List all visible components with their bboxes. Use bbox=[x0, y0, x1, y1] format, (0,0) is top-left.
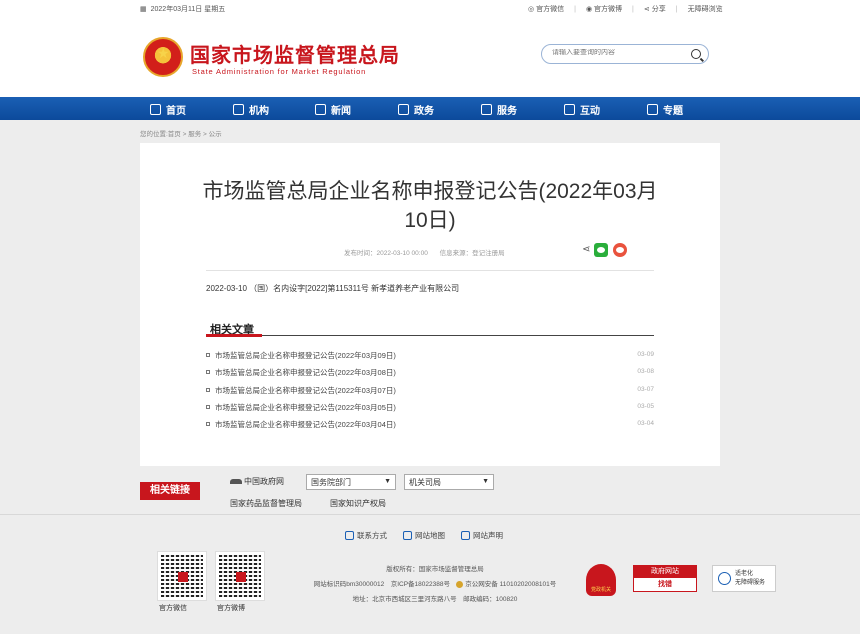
nav-institutions[interactable]: 机构 bbox=[233, 102, 269, 117]
home-icon bbox=[150, 104, 161, 115]
weibo-qr-code bbox=[215, 551, 265, 601]
official-weibo-link[interactable]: ◉ 官方微博 bbox=[586, 4, 622, 14]
share-link[interactable]: ⋖ 分享 bbox=[644, 4, 666, 14]
article-title: 市场监管总局企业名称申报登记公告(2022年03月10日) bbox=[202, 180, 658, 232]
divider: | bbox=[675, 5, 678, 13]
date-display: ▦ 2022年03月11日 星期五 bbox=[140, 4, 225, 14]
contact-link[interactable]: 联系方式 bbox=[345, 530, 387, 541]
news-icon bbox=[315, 104, 326, 115]
calendar-icon: ▦ bbox=[140, 6, 147, 13]
chevron-down-icon: ▼ bbox=[384, 478, 391, 485]
heart-icon bbox=[481, 104, 492, 115]
accessibility-badge[interactable]: 适老化 无障碍服务 bbox=[712, 565, 776, 592]
wechat-qr-code bbox=[157, 551, 207, 601]
affairs-icon bbox=[398, 104, 409, 115]
national-emblem-icon bbox=[143, 37, 183, 77]
share-icon[interactable]: ⋖ bbox=[582, 244, 592, 258]
site-header: 国家市场监督管理总局 State Administration for Mark… bbox=[0, 17, 860, 97]
qr-caption: 官方微博 bbox=[217, 605, 245, 612]
footer-info: 版权所有：国家市场监督管理总局 网站标识码bm30000012 京ICP备180… bbox=[290, 562, 580, 607]
bureau-select[interactable]: 机关司局 ▼ bbox=[404, 474, 494, 490]
weibo-icon: ◉ bbox=[585, 6, 593, 13]
divider bbox=[206, 270, 654, 271]
topics-icon bbox=[647, 104, 658, 115]
wechat-icon: ◎ bbox=[528, 6, 535, 13]
bullet-icon bbox=[206, 353, 210, 357]
breadcrumb[interactable]: 您的位置:首页 > 服务 > 公示 bbox=[140, 128, 222, 138]
report-error-badge[interactable]: 政府网站 找错 bbox=[633, 565, 697, 592]
related-list: 市场监管总局企业名称申报登记公告(2022年03月09日) 03-09 市场监管总… bbox=[206, 350, 654, 436]
phone-icon bbox=[345, 531, 354, 540]
state-council-select[interactable]: 国务院部门 ▼ bbox=[306, 474, 396, 490]
divider bbox=[206, 335, 654, 336]
main-nav: 首页 机构 新闻 政务 服务 互动 专题 bbox=[0, 97, 860, 120]
bullet-icon bbox=[206, 387, 210, 392]
exchange-icon bbox=[564, 104, 575, 115]
top-links: ◎ 官方微信 | ◉ 官方微博 | ⋖ 分享 | 无障碍浏览 bbox=[528, 4, 723, 14]
heading-underline bbox=[206, 334, 262, 337]
org-icon bbox=[233, 104, 244, 115]
article-content: 2022-03-10 （国）名内设字[2022]第115311号 新孝道养老产业… bbox=[206, 284, 460, 293]
wheelchair-icon bbox=[718, 572, 731, 585]
list-item[interactable]: 市场监管总局企业名称申报登记公告(2022年03月05日) 03-05 bbox=[206, 402, 654, 419]
related-links-label: 相关链接 bbox=[140, 482, 200, 500]
wechat-share-icon[interactable] bbox=[594, 243, 608, 257]
top-bar: ▦ 2022年03月11日 星期五 ◎ 官方微信 | ◉ 官方微博 | ⋖ 分享 | … bbox=[0, 0, 860, 17]
bullet-icon bbox=[206, 370, 210, 375]
nmpa-link[interactable]: 国家药品监督管理局 bbox=[230, 498, 302, 509]
map-icon bbox=[403, 531, 412, 540]
site-footer: 联系方式 网站地图 网站声明 官方微信 官方微博 版权所有：国家市场监督管理总局… bbox=[0, 514, 860, 634]
official-wechat-link[interactable]: ◎ 官方微信 bbox=[528, 4, 564, 14]
search-icon[interactable] bbox=[691, 49, 701, 59]
date-text: 2022年03月11日 星期五 bbox=[150, 6, 226, 13]
search-input[interactable] bbox=[552, 49, 682, 56]
nav-services[interactable]: 服务 bbox=[481, 102, 517, 117]
copyright: 版权所有：国家市场监督管理总局 bbox=[386, 566, 484, 573]
document-icon bbox=[461, 531, 470, 540]
article-panel: 市场监管总局企业名称申报登记公告(2022年03月10日) 发布时间：2022-… bbox=[140, 143, 720, 466]
accessibility-link[interactable]: 无障碍浏览 bbox=[688, 4, 723, 14]
chevron-down-icon: ▼ bbox=[482, 478, 489, 485]
cnipa-link[interactable]: 国家知识产权局 bbox=[330, 498, 386, 509]
list-item[interactable]: 市场监管总局企业名称申报登记公告(2022年03月08日) 03-08 bbox=[206, 367, 654, 384]
bullet-icon bbox=[206, 404, 210, 409]
nav-news[interactable]: 新闻 bbox=[315, 102, 351, 117]
nav-home[interactable]: 首页 bbox=[150, 102, 186, 117]
gov-logo-icon bbox=[230, 479, 242, 484]
police-badge-icon bbox=[456, 580, 464, 588]
share-icon: ⋖ bbox=[643, 6, 650, 13]
article-meta: 发布时间：2022-03-10 00:00 信息来源：登记注册局 bbox=[344, 247, 515, 257]
bullet-icon bbox=[206, 422, 210, 427]
list-item[interactable]: 市场监管总局企业名称申报登记公告(2022年03月07日) 03-07 bbox=[206, 385, 654, 402]
party-govt-badge[interactable]: 党政机关 bbox=[586, 564, 616, 596]
sitemap-link[interactable]: 网站地图 bbox=[403, 530, 445, 541]
publish-time: 发布时间：2022-03-10 00:00 bbox=[344, 250, 428, 257]
footer-links: 联系方式 网站地图 网站声明 bbox=[345, 530, 503, 541]
qr-caption: 官方微信 bbox=[159, 605, 187, 612]
record-info: 网站标识码bm30000012 京ICP备18022388号 京公网安备 110… bbox=[313, 580, 557, 588]
divider: | bbox=[574, 5, 576, 13]
site-subtitle: State Administration for Market Regulati… bbox=[192, 67, 367, 76]
address: 地址：北京市西城区三里河东路八号 邮政编码：100820 bbox=[352, 596, 518, 603]
related-links-bar: 相关链接 中国政府网 国务院部门 ▼ 机关司局 ▼ 国家药品监督管理局 国家知识产权… bbox=[0, 466, 860, 514]
nav-interaction[interactable]: 互动 bbox=[564, 102, 600, 117]
site-title[interactable]: 国家市场监督管理总局 bbox=[190, 39, 400, 68]
list-item[interactable]: 市场监管总局企业名称申报登记公告(2022年03月04日) 03-04 bbox=[206, 419, 654, 436]
article-source: 信息来源：登记注册局 bbox=[439, 250, 505, 257]
weibo-share-icon[interactable] bbox=[613, 243, 627, 257]
list-item[interactable]: 市场监管总局企业名称申报登记公告(2022年03月09日) 03-09 bbox=[206, 350, 654, 367]
nav-government-affairs[interactable]: 政务 bbox=[398, 102, 434, 117]
search-box bbox=[541, 44, 709, 64]
nav-topics[interactable]: 专题 bbox=[647, 102, 683, 117]
statement-link[interactable]: 网站声明 bbox=[461, 530, 503, 541]
divider: | bbox=[632, 5, 634, 13]
gov-portal-link[interactable]: 中国政府网 bbox=[230, 476, 284, 487]
